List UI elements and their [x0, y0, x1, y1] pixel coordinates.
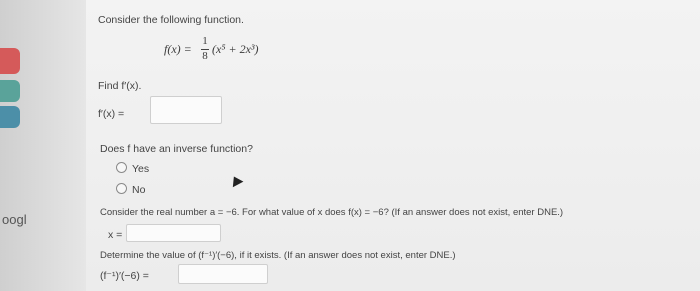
x-value-input[interactable] [126, 224, 221, 242]
part2-label: Does f have an inverse function? [100, 143, 253, 155]
option-yes-label: Yes [132, 163, 150, 175]
inverse-derivative-input[interactable] [178, 264, 268, 284]
fraction-denominator: 8 [202, 50, 208, 62]
sidebar-tab-green[interactable] [0, 80, 20, 102]
sidebar-tab-teal[interactable] [0, 106, 20, 128]
option-no-label: No [132, 184, 146, 196]
radio-no[interactable] [116, 183, 127, 194]
radio-yes[interactable] [116, 162, 127, 173]
question-panel: Consider the following function. f(x) = … [86, 0, 700, 291]
derivative-input[interactable] [150, 96, 222, 124]
part3-label: Consider the real number a = −6. For wha… [100, 207, 564, 218]
part1-input-label: f′(x) = [98, 108, 125, 120]
part4-label: Determine the value of (f⁻¹)′(−6), if it… [100, 250, 456, 261]
sidebar-tabs [0, 48, 22, 128]
part1-label: Find f′(x). [98, 80, 142, 92]
fraction-numerator: 1 [202, 35, 208, 47]
sidebar-tab-red[interactable] [0, 48, 20, 74]
sidebar-partial-text: oogl [2, 212, 27, 227]
function-lhs: f(x) = [164, 42, 192, 56]
left-sidebar: oogl [0, 0, 86, 291]
question-prompt: Consider the following function. [98, 14, 244, 26]
function-rhs: (x⁵ + 2x³) [212, 42, 259, 56]
part3-input-label: x = [108, 229, 123, 241]
mouse-pointer-icon [228, 173, 244, 188]
part4-input-label: (f⁻¹)′(−6) = [100, 270, 149, 282]
